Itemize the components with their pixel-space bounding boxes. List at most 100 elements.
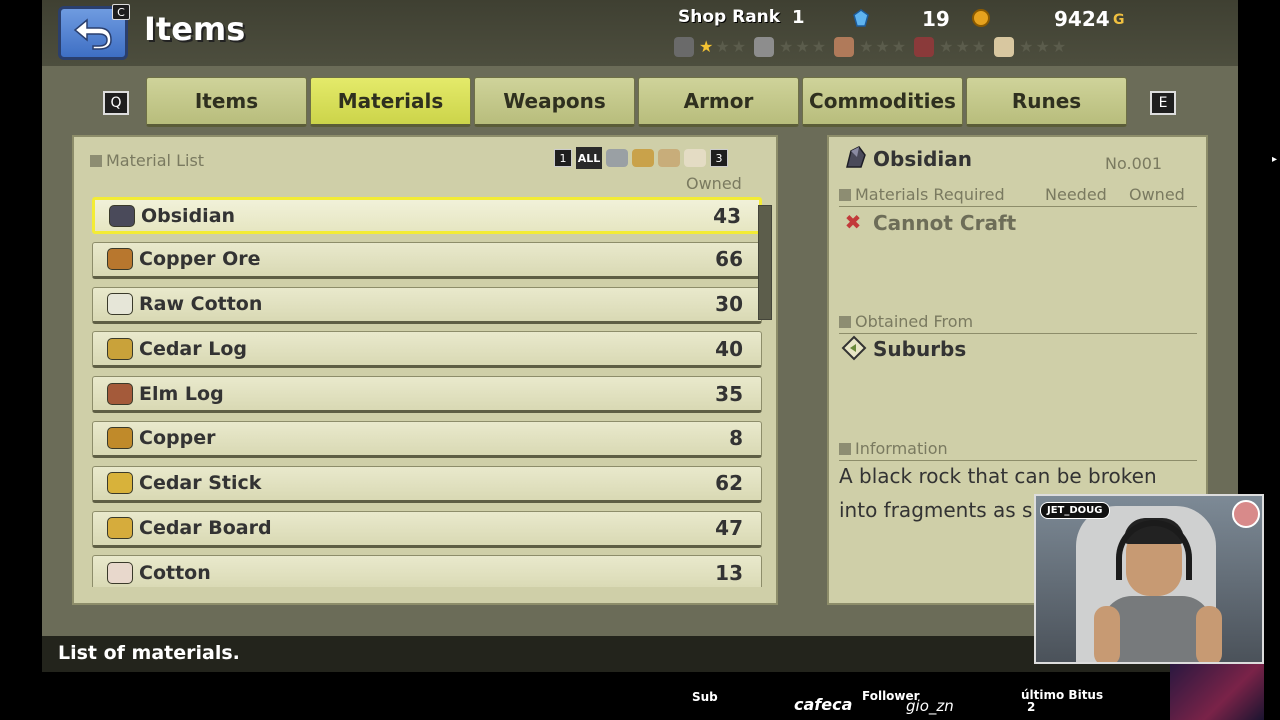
obtained-location: Suburbs: [873, 337, 967, 361]
star-icon: ★: [1035, 37, 1050, 56]
star-icon: ★: [955, 37, 970, 56]
material-name: Cotton: [139, 561, 211, 584]
star-icon: ★: [779, 37, 794, 56]
star-icon: ★: [939, 37, 954, 56]
filter-wood-icon[interactable]: [632, 149, 654, 167]
category-tabs: Items Materials Weapons Armor Commodities Run…: [146, 77, 1127, 127]
star-icon: ★: [891, 37, 907, 56]
help-text: List of materials.: [58, 642, 240, 664]
tab-weapons[interactable]: Weapons: [474, 77, 635, 127]
material-row-obsidian[interactable]: Obsidian 43: [92, 197, 762, 234]
needed-column-header: Needed: [1045, 185, 1107, 204]
star-icon: ★: [715, 37, 730, 56]
webcam-overlay: [1034, 494, 1264, 664]
prev-tab-key-hint[interactable]: Q: [103, 91, 129, 115]
tab-items[interactable]: Items: [146, 77, 307, 127]
star-icon: ★: [795, 37, 810, 56]
material-row-elm-log[interactable]: Elm Log 35: [92, 376, 762, 414]
filter-ore-icon[interactable]: [606, 149, 628, 167]
latest-follower-name: gio_zn: [906, 697, 954, 715]
next-tab-key-hint[interactable]: E: [1150, 91, 1176, 115]
filter-all-button[interactable]: ALL: [576, 147, 602, 169]
shop-rank-label: Shop Rank: [678, 7, 781, 27]
back-key-hint: C: [112, 4, 130, 20]
copper-ore-icon: [107, 248, 133, 271]
material-row-cedar-stick[interactable]: Cedar Stick 62: [92, 465, 762, 503]
cloth-icon: [994, 37, 1015, 57]
cedar-board-icon: [107, 517, 133, 540]
star-icon: ★: [731, 37, 747, 56]
latest-sub-name: cafeca: [794, 695, 853, 714]
star-icon: ★: [699, 37, 714, 56]
owned-column-header-detail: Owned: [1129, 185, 1185, 204]
copper-ingot-icon: [107, 427, 133, 450]
detail-item-name: Obsidian: [873, 147, 972, 171]
gold-coin-icon: [972, 9, 990, 27]
material-row-raw-cotton[interactable]: Raw Cotton 30: [92, 286, 762, 324]
material-name: Cedar Stick: [139, 472, 262, 495]
star-icon: ★: [1019, 37, 1034, 56]
rank-group-pickaxe: ★ ★ ★: [674, 36, 746, 58]
star-icon: ★: [875, 37, 890, 56]
tab-materials[interactable]: Materials: [310, 77, 471, 127]
material-row-copper[interactable]: Copper 8: [92, 420, 762, 458]
material-row-cedar-log[interactable]: Cedar Log 40: [92, 331, 762, 369]
tab-commodities[interactable]: Commodities: [802, 77, 963, 127]
tab-armor[interactable]: Armor: [638, 77, 799, 127]
latest-sub-label: Sub: [692, 690, 718, 704]
material-row-cedar-board[interactable]: Cedar Board 47: [92, 510, 762, 548]
filter-next-key[interactable]: 3: [710, 149, 728, 167]
owned-column-header: Owned: [686, 174, 742, 193]
material-name: Cedar Log: [139, 337, 247, 360]
star-icon: ★: [971, 37, 987, 56]
star-icon: ★: [1051, 37, 1067, 56]
material-row-cotton[interactable]: Cotton 13: [92, 555, 762, 587]
gold-unit: G: [1113, 12, 1125, 28]
streamer-name-tag: JET_DOUG: [1040, 502, 1110, 519]
raw-cotton-icon: [107, 293, 133, 316]
obsidian-icon: [109, 204, 135, 227]
tab-runes[interactable]: Runes: [966, 77, 1127, 127]
material-count: 35: [715, 381, 743, 406]
material-count: 8: [729, 426, 743, 451]
material-list: Obsidian 43 Copper Ore 66 Raw Cotton 30 Cedar …: [92, 197, 762, 587]
obtained-from-header: Obtained From: [839, 312, 1197, 334]
cotton-icon: [107, 561, 133, 584]
material-count: 43: [713, 203, 741, 228]
material-count: 47: [715, 516, 743, 541]
filter-cloth-icon[interactable]: [658, 149, 680, 167]
material-name: Cedar Board: [139, 517, 272, 540]
page-title: Items: [144, 10, 246, 48]
shop-rank-value: 1: [792, 7, 805, 28]
craft-status: Cannot Craft: [873, 211, 1017, 235]
latest-bits-value: 2: [1027, 700, 1036, 714]
material-list-panel: Material List 1 ALL 3 Owned Obsidian 43 Co…: [72, 135, 778, 605]
material-count: 62: [715, 471, 743, 496]
material-name: Elm Log: [139, 382, 224, 405]
filter-prev-key[interactable]: 1: [554, 149, 572, 167]
material-list-title: Material List: [90, 151, 204, 170]
gem-count: 19: [922, 7, 950, 31]
rank-group-cloth: ★ ★ ★: [994, 36, 1066, 58]
material-row-copper-ore[interactable]: Copper Ore 66: [92, 241, 762, 279]
mouse-cursor-icon: ▸: [1272, 154, 1278, 165]
gold-amount: 9424: [1054, 7, 1110, 31]
cedar-stick-icon: [107, 472, 133, 495]
material-name: Raw Cotton: [139, 293, 263, 316]
star-icon: ★: [859, 37, 874, 56]
star-icon: ★: [811, 37, 827, 56]
top-bar: C Items Shop Rank 1 19 9424 G ★ ★ ★ ★ ★ ★ ★ ★ ★ ★…: [42, 0, 1238, 66]
board-icon: [914, 37, 935, 57]
back-arrow-icon: [73, 18, 112, 50]
gem-icon: [853, 9, 869, 27]
material-count: 66: [715, 247, 743, 272]
information-header: Information: [839, 439, 1197, 461]
rank-group-board: ★ ★ ★: [914, 36, 986, 58]
stone-icon: [754, 37, 775, 57]
log-icon: [834, 37, 855, 57]
list-scrollbar[interactable]: [758, 205, 772, 320]
stream-alerts-bar: Sub cafeca Follower gio_zn último Bitus …: [0, 680, 1280, 720]
rank-stars-row: ★ ★ ★ ★ ★ ★ ★ ★ ★ ★ ★ ★ ★ ★ ★: [674, 36, 1066, 58]
filter-bone-icon[interactable]: [684, 149, 706, 167]
cedar-log-icon: [107, 337, 133, 360]
